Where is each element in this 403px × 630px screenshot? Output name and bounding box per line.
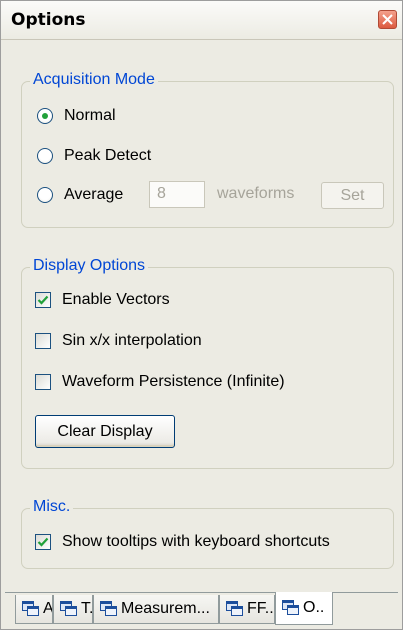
tab-t[interactable]: T.: [53, 595, 93, 624]
checkbox-label: Enable Vectors: [62, 291, 170, 308]
window-icon: [22, 601, 39, 616]
radio-button[interactable]: [37, 187, 53, 203]
checkbox-label: Waveform Persistence (Infinite): [62, 373, 285, 390]
tab-options[interactable]: O..: [275, 592, 333, 625]
average-count-input[interactable]: 8: [149, 181, 205, 208]
window-icon: [100, 601, 117, 616]
tab-fft[interactable]: FF...: [219, 595, 275, 624]
radio-peak-detect[interactable]: Peak Detect: [37, 147, 151, 165]
radio-normal[interactable]: Normal: [37, 107, 116, 125]
checkbox[interactable]: [35, 292, 51, 308]
panel-title: Options: [11, 10, 86, 30]
checkbox-waveform-persistence[interactable]: Waveform Persistence (Infinite): [35, 373, 285, 391]
misc-legend: Misc.: [30, 498, 74, 516]
display-options-legend: Display Options: [30, 257, 149, 275]
tab-measurements[interactable]: Measurem...: [93, 595, 219, 624]
close-button[interactable]: [378, 10, 397, 29]
checkbox-enable-vectors[interactable]: Enable Vectors: [35, 291, 170, 309]
radio-label: Normal: [64, 107, 116, 124]
waveforms-label: waveforms: [217, 185, 295, 202]
checkbox-label: Sin x/x interpolation: [62, 332, 202, 349]
checkbox[interactable]: [35, 374, 51, 390]
checkbox[interactable]: [35, 333, 51, 349]
window-icon: [60, 601, 77, 616]
checkbox-sin-interpolation[interactable]: Sin x/x interpolation: [35, 332, 202, 350]
title-bar: Options: [1, 1, 402, 40]
tab-label: FF...: [247, 600, 275, 617]
close-icon: [382, 14, 393, 25]
checkmark-icon: [37, 295, 49, 305]
radio-label: Average: [64, 186, 124, 203]
acquisition-mode-legend: Acquisition Mode: [30, 71, 158, 89]
tab-label: A.: [43, 600, 53, 617]
window-icon: [226, 601, 243, 616]
tab-a[interactable]: A.: [15, 595, 53, 624]
window-icon: [282, 600, 299, 615]
checkbox[interactable]: [35, 534, 51, 550]
set-button[interactable]: Set: [321, 182, 384, 209]
radio-button[interactable]: [37, 108, 53, 124]
options-panel: Options Acquisition Mode Normal Peak Det…: [0, 0, 403, 630]
tab-label: Measurem...: [121, 600, 210, 617]
tab-bar: A. T. Measurem...: [5, 592, 398, 626]
clear-display-button[interactable]: Clear Display: [35, 415, 175, 448]
tab-label: O..: [303, 599, 325, 616]
radio-average[interactable]: Average: [37, 186, 123, 204]
checkbox-show-tooltips[interactable]: Show tooltips with keyboard shortcuts: [35, 533, 330, 551]
radio-button[interactable]: [37, 148, 53, 164]
checkbox-label: Show tooltips with keyboard shortcuts: [62, 533, 330, 550]
checkmark-icon: [37, 537, 49, 547]
tab-label: T.: [81, 600, 93, 617]
radio-label: Peak Detect: [64, 147, 152, 164]
